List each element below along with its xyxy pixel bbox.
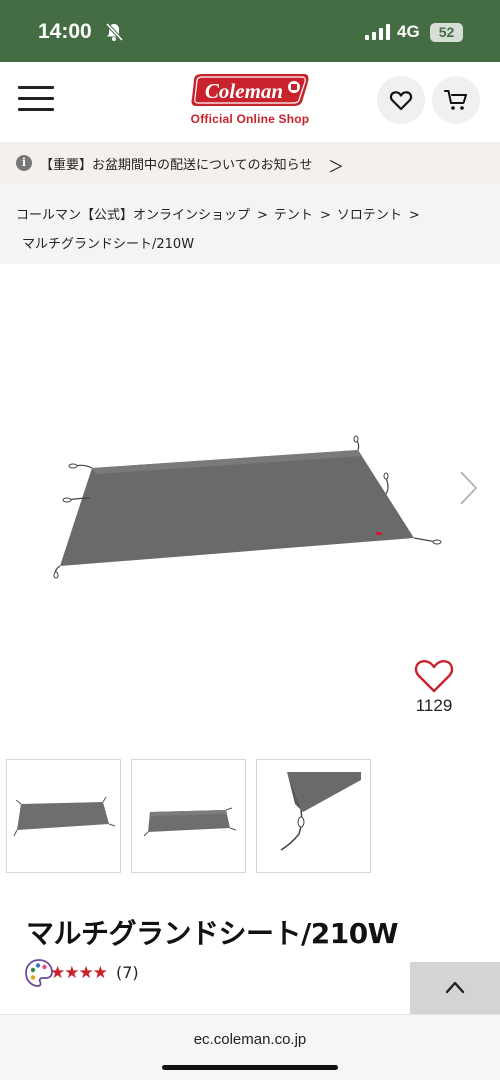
url-text[interactable]: ec.coleman.co.jp	[0, 1031, 500, 1048]
breadcrumb-link-tent[interactable]: テント	[274, 208, 313, 223]
status-time: 14:00	[38, 20, 92, 43]
menu-icon-bar	[18, 86, 54, 89]
status-bar: 14:00 4G 52	[0, 0, 500, 62]
cart-button[interactable]	[432, 76, 480, 124]
breadcrumb-link-shop-home[interactable]: コールマン【公式】オンラインショップ	[16, 208, 250, 223]
logo-badge: Coleman	[191, 74, 309, 106]
site-header: Coleman Official Online Shop	[0, 62, 500, 142]
breadcrumb-link-solo-tent[interactable]: ソロテント	[337, 208, 402, 223]
favorite-count-block[interactable]: 1129	[406, 658, 462, 718]
menu-icon-bar	[18, 108, 54, 111]
notice-text[interactable]: 【重要】お盆期間中の配送についてのお知らせ	[40, 154, 312, 173]
cart-icon	[444, 90, 467, 110]
chevron-up-icon	[445, 981, 465, 994]
logo-text: Coleman	[205, 79, 283, 103]
product-title: マルチグランドシート/210W	[26, 917, 399, 950]
product-main-image[interactable]	[40, 420, 460, 590]
thumbnail-3[interactable]	[256, 759, 371, 873]
signal-icon	[365, 24, 390, 40]
back-to-top-button[interactable]	[410, 962, 500, 1014]
home-indicator	[162, 1065, 338, 1070]
breadcrumb-current: マルチグランドシート/210W	[22, 237, 195, 252]
next-image-arrow[interactable]	[456, 470, 480, 506]
menu-icon-bar	[18, 97, 54, 100]
breadcrumb-separator: >	[257, 208, 268, 223]
thumbnail-2[interactable]	[131, 759, 246, 873]
thumbnail-1[interactable]	[6, 759, 121, 873]
heart-outline-icon[interactable]	[414, 658, 454, 694]
menu-button[interactable]	[18, 86, 54, 116]
thumbnail-sheet-corner-detail	[280, 772, 361, 851]
bell-off-icon	[105, 22, 124, 42]
chevron-right-icon: ＞	[328, 157, 345, 176]
battery-level: 52	[430, 23, 463, 42]
info-icon: i	[16, 155, 32, 171]
thumbnail-sheet-angle	[143, 807, 237, 837]
rating-stars: ★★★★	[50, 963, 108, 983]
breadcrumb-separator: >	[319, 208, 331, 223]
browser-url-bar[interactable]: ec.coleman.co.jp	[0, 1014, 500, 1080]
breadcrumb-separator: >	[408, 208, 420, 223]
thumbnail-sheet-front	[13, 796, 116, 837]
network-type: 4G	[397, 22, 420, 41]
favorite-count: 1129	[415, 696, 453, 715]
heart-icon	[389, 91, 413, 111]
breadcrumb: コールマン【公式】オンラインショップ > テント > ソロテント > マルチグランドシート…	[0, 184, 500, 264]
logo-subtitle: Official Online Shop	[190, 112, 310, 126]
coleman-logo[interactable]: Coleman Official Online Shop	[188, 72, 312, 130]
favorites-button[interactable]	[377, 76, 425, 124]
notice-bar[interactable]: i 【重要】お盆期間中の配送についてのお知らせ ＞	[0, 142, 500, 184]
review-count[interactable]: (7)	[116, 963, 139, 982]
